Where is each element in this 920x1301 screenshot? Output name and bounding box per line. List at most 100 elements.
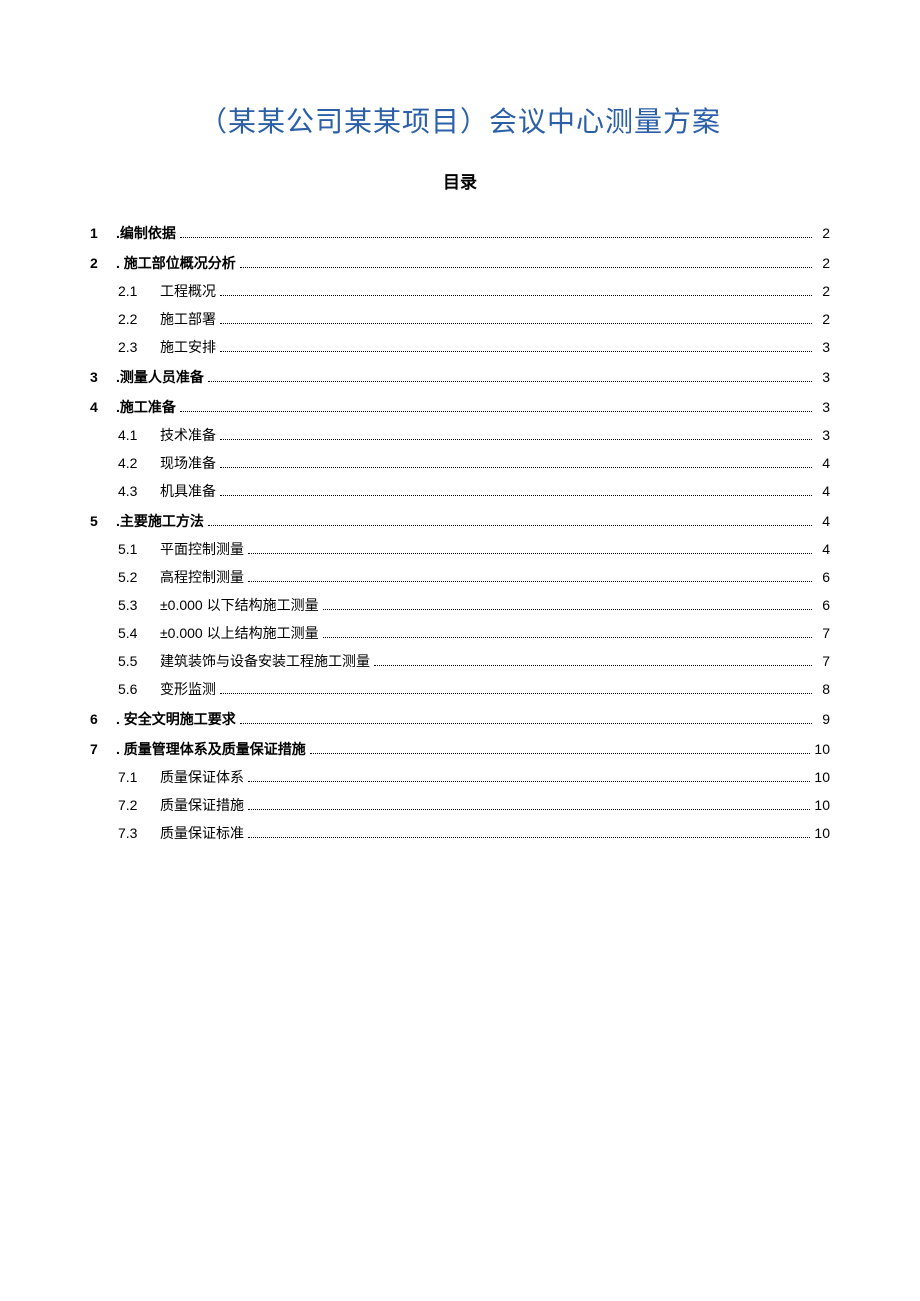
toc-number: 5.4	[118, 619, 148, 647]
toc-entry-l1[interactable]: 5.主要施工方法4	[90, 507, 830, 535]
toc-number: 2.3	[118, 333, 148, 361]
toc-page: 4	[816, 477, 830, 505]
toc-entry-l2[interactable]: 5.3±0.000 以下结构施工测量6	[90, 591, 830, 619]
toc-entry-l1[interactable]: 2. 施工部位概况分析2	[90, 249, 830, 277]
toc-number: 5	[90, 507, 108, 535]
toc-entry-l2[interactable]: 4.3 机具准备 4	[90, 477, 830, 505]
toc-number: 7.1	[118, 763, 148, 791]
toc-label: . 施工部位概况分析	[116, 249, 236, 277]
toc-section: 2. 施工部位概况分析22.1工程概况22.2施工部署22.3施工安排3	[90, 249, 830, 361]
toc-entry-l2[interactable]: 2.2 施工部署 2	[90, 305, 830, 333]
toc-page: 7	[816, 647, 830, 675]
toc-label: . 安全文明施工要求	[116, 705, 236, 733]
toc-section: 4.施工准备34.1技术准备34.2现场准备44.3机具准备4	[90, 393, 830, 505]
toc-section: 7 . 质量管理体系及质量保证措施 10 7.1 质量保证体系 10 7.2 质量保证措施 10…	[90, 735, 830, 847]
toc-leader-dots	[248, 544, 812, 554]
toc-leader-dots	[323, 628, 812, 638]
toc-page: 3	[816, 363, 830, 391]
toc-label: 质量保证措施	[160, 791, 244, 819]
toc-section: 1 .编制依据 2	[90, 219, 830, 247]
toc-page: 7	[816, 619, 830, 647]
toc-number: 6	[90, 705, 108, 733]
toc-page: 4	[816, 535, 830, 563]
toc-label: ±0.000 以下结构施工测量	[160, 591, 319, 619]
toc-page: 8	[816, 675, 830, 703]
toc-leader-dots	[220, 314, 812, 324]
toc-page: 10	[814, 791, 830, 819]
toc-leader-dots	[248, 572, 812, 582]
toc-page: 3	[816, 333, 830, 361]
toc-entry-l2[interactable]: 4.1技术准备3	[90, 421, 830, 449]
toc-leader-dots	[208, 516, 812, 526]
toc-label: 施工部署	[160, 305, 216, 333]
toc-page: 2	[816, 277, 830, 305]
toc-label: 变形监测	[160, 675, 216, 703]
toc-number: 7	[90, 735, 108, 763]
toc-entry-l2[interactable]: 5.5建筑装饰与设备安装工程施工测量7	[90, 647, 830, 675]
toc-label: 工程概况	[160, 277, 216, 305]
toc-page: 4	[816, 507, 830, 535]
toc-entry-l2[interactable]: 2.3 施工安排 3	[90, 333, 830, 361]
toc-number: 2	[90, 249, 108, 277]
toc-leader-dots	[220, 430, 812, 440]
toc-leader-dots	[240, 714, 812, 724]
toc-leader-dots	[208, 372, 812, 382]
toc-entry-l2[interactable]: 7.1 质量保证体系 10	[90, 763, 830, 791]
toc-entry-l2[interactable]: 5.6 变形监测 8	[90, 675, 830, 703]
toc-number: 5.3	[118, 591, 148, 619]
toc-leader-dots	[310, 744, 811, 754]
toc-entry-l2[interactable]: 7.3质量保证标准10	[90, 819, 830, 847]
toc-number: 5.5	[118, 647, 148, 675]
toc-label: 现场准备	[160, 449, 216, 477]
toc-number: 1	[90, 219, 108, 247]
toc-page: 3	[816, 393, 830, 421]
toc-leader-dots	[220, 458, 812, 468]
toc-entry-l1[interactable]: 4 .施工准备 3	[90, 393, 830, 421]
toc-label: 高程控制测量	[160, 563, 244, 591]
toc-leader-dots	[248, 800, 810, 810]
toc-entry-l2[interactable]: 5.2 高程控制测量 6	[90, 563, 830, 591]
toc-number: 2.1	[118, 277, 148, 305]
toc-entry-l1[interactable]: 7. 质量管理体系及质量保证措施10	[90, 735, 830, 763]
toc-page: 9	[816, 705, 830, 733]
toc-label: .编制依据	[116, 219, 176, 247]
toc-label: .施工准备	[116, 393, 176, 421]
toc-page: 2	[816, 219, 830, 247]
toc-leader-dots	[180, 402, 812, 412]
toc-leader-dots	[323, 600, 812, 610]
toc-number: 7.2	[118, 791, 148, 819]
toc-number: 5.6	[118, 675, 148, 703]
toc-number: 3	[90, 363, 108, 391]
toc-entry-l1[interactable]: 3.测量人员准备3	[90, 363, 830, 391]
toc-label: . 质量管理体系及质量保证措施	[116, 735, 306, 763]
toc-entry-l2[interactable]: 4.2现场准备4	[90, 449, 830, 477]
toc-entry-l1[interactable]: 6 . 安全文明施工要求 9	[90, 705, 830, 733]
toc-number: 2.2	[118, 305, 148, 333]
toc-number: 4.3	[118, 477, 148, 505]
toc-label: ±0.000 以上结构施工测量	[160, 619, 319, 647]
toc-label: 施工安排	[160, 333, 216, 361]
toc-entry-l2[interactable]: 5.4 ±0.000 以上结构施工测量 7	[90, 619, 830, 647]
toc-leader-dots	[180, 228, 812, 238]
toc-section: 3.测量人员准备3	[90, 363, 830, 391]
toc-number: 7.3	[118, 819, 148, 847]
toc-page: 6	[816, 563, 830, 591]
toc-page: 2	[816, 305, 830, 333]
toc-heading: 目录	[90, 168, 830, 193]
toc-entry-l2[interactable]: 5.1平面控制测量4	[90, 535, 830, 563]
toc-label: 机具准备	[160, 477, 216, 505]
toc-section: 5.主要施工方法45.1平面控制测量45.2高程控制测量65.3±0.000 以…	[90, 507, 830, 703]
toc-label: 平面控制测量	[160, 535, 244, 563]
document-title: （某某公司某某项目）会议中心测量方案	[90, 100, 830, 140]
toc-entry-l2[interactable]: 2.1 工程概况 2	[90, 277, 830, 305]
toc-page: 10	[814, 763, 830, 791]
toc-page: 4	[816, 449, 830, 477]
toc-entry-l1[interactable]: 1 .编制依据 2	[90, 219, 830, 247]
toc-label: 质量保证体系	[160, 763, 244, 791]
toc-entry-l2[interactable]: 7.2 质量保证措施 10	[90, 791, 830, 819]
toc-number: 4	[90, 393, 108, 421]
toc-page: 10	[814, 819, 830, 847]
toc-number: 5.2	[118, 563, 148, 591]
toc-number: 4.1	[118, 421, 148, 449]
toc-leader-dots	[248, 828, 810, 838]
